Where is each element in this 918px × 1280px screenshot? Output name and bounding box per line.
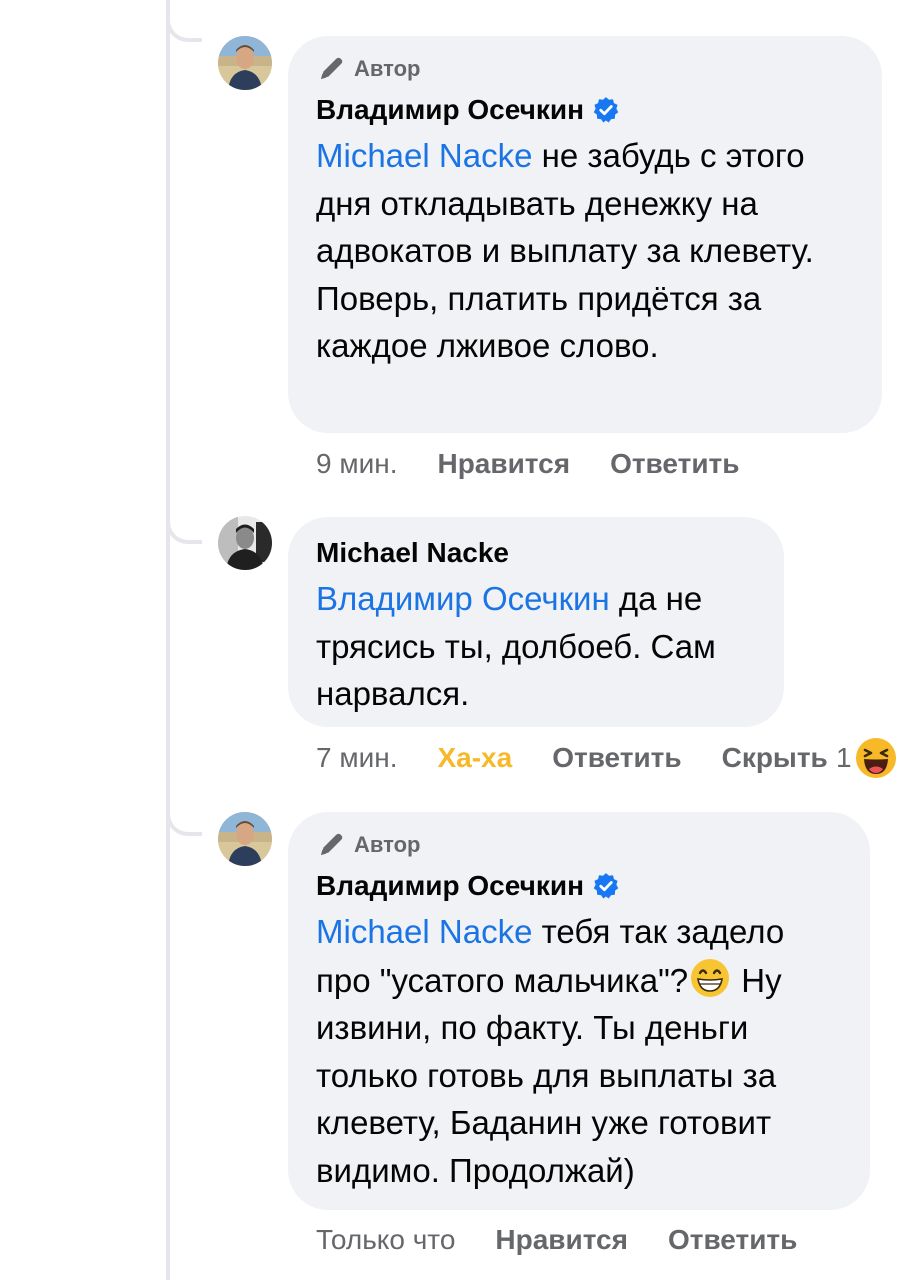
reply-button[interactable]: Ответить [552,742,681,774]
like-button[interactable]: Нравится [437,448,570,480]
avatar[interactable] [218,36,272,90]
commenter-name[interactable]: Michael Nacke [316,537,509,569]
thread-connector [166,808,202,836]
author-pen-icon [321,57,343,79]
hide-button[interactable]: Скрыть [722,742,828,774]
thread-line [166,0,170,1280]
author-badge-label: Автор [354,832,421,857]
commenter-name[interactable]: Владимир Осечкин [316,870,584,902]
timestamp[interactable]: Только что [316,1224,455,1256]
commenter-name[interactable]: Владимир Осечкин [316,94,584,126]
mention-link[interactable]: Владимир Осечкин [316,580,610,617]
comment-bubble: Автор Владимир Осечкин Michael Nacke теб… [288,812,870,1210]
comment-meta: Только что Нравится Ответить [316,1220,837,1260]
comment-text: Michael Nacke тебя так задело про "усато… [316,908,840,1194]
comment-text: Michael Nacke не забудь с этого дня откл… [316,132,852,370]
like-button[interactable]: Нравится [495,1224,628,1256]
comment-bubble: Michael Nacke Владимир Осечкин да не тря… [288,517,784,727]
avatar[interactable] [218,516,272,570]
reaction-summary[interactable]: 1 [836,734,898,782]
timestamp[interactable]: 7 мин. [316,742,397,774]
author-badge: Автор [316,50,852,88]
timestamp[interactable]: 9 мин. [316,448,397,480]
author-pen-icon [321,833,343,855]
verified-badge-icon [593,97,619,123]
comment-text: Владимир Осечкин да не трясись ты, долбо… [316,575,754,718]
reaction-count: 1 [836,742,852,773]
avatar[interactable] [218,812,272,866]
thread-connector [166,14,202,42]
avatar-photo-icon [218,516,272,570]
thread-connector [166,516,202,544]
mention-link[interactable]: Michael Nacke [316,137,532,174]
haha-reaction-button[interactable]: Ха-ха [437,742,512,774]
reply-button[interactable]: Ответить [668,1224,797,1256]
reply-button[interactable]: Ответить [610,448,739,480]
commenter-name-row: Владимир Осечкин [316,864,840,908]
comment-bubble: Автор Владимир Осечкин Michael Nacke не … [288,36,882,433]
mention-link[interactable]: Michael Nacke [316,913,532,950]
commenter-name-row: Владимир Осечкин [316,88,852,132]
commenter-name-row: Michael Nacke [316,531,754,575]
avatar-photo-icon [218,36,272,90]
comment-meta: 9 мин. Нравится Ответить [316,444,779,484]
haha-emoji-icon [855,738,896,778]
avatar-photo-icon [218,812,272,866]
verified-badge-icon [593,873,619,899]
comment-meta: 7 мин. Ха-ха Ответить Скрыть [316,738,868,778]
author-badge: Автор [316,826,840,864]
author-badge-label: Автор [354,56,421,81]
grinning-emoji-icon [691,958,730,997]
